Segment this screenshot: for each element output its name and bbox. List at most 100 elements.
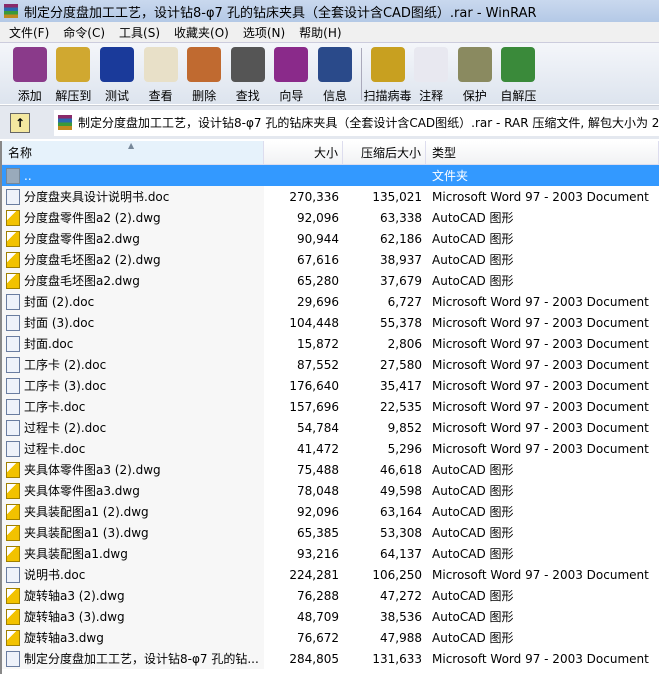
file-type: Microsoft Word 97 - 2003 Document <box>432 441 649 456</box>
file-name: 工序卡 (3).doc <box>24 379 107 393</box>
file-packed: 55,378 <box>380 315 422 330</box>
file-name: 夹具装配图a1.dwg <box>24 547 128 561</box>
column-size[interactable]: 大小 <box>264 141 343 164</box>
word-doc-icon <box>6 398 20 415</box>
file-row[interactable]: 封面 (2).doc 29,696 6,727 Microsoft Word 97 -… <box>2 291 659 312</box>
address-field[interactable]: 制定分度盘加工工艺，设计钻8-φ7 孔的钻床夹具（全套设计含CAD图纸）.rar… <box>54 109 659 136</box>
file-row[interactable]: 工序卡 (3).doc 176,640 35,417 Microsoft Word 9… <box>2 375 659 396</box>
column-type[interactable]: 类型 <box>426 141 659 164</box>
file-packed: 106,250 <box>372 567 422 582</box>
file-row[interactable]: 制定分度盘加工工艺，设计钻8-φ7 孔的钻... 284,805 131,633 Mi… <box>2 648 659 669</box>
menu-item[interactable]: 收藏夹(O) <box>167 24 236 41</box>
toolbar-button[interactable]: 解压到 <box>52 43 96 104</box>
sfx-icon <box>501 47 536 82</box>
file-row[interactable]: 旋转轴a3 (3).dwg 48,709 38,536 AutoCAD 图形 <box>2 606 659 627</box>
file-size: 41,472 <box>297 441 339 456</box>
file-size: 48,709 <box>297 609 339 624</box>
file-row[interactable]: 夹具装配图a1 (3).dwg 65,385 53,308 AutoCAD 图形 <box>2 522 659 543</box>
file-packed: 27,580 <box>380 357 422 372</box>
menu-item[interactable]: 工具(S) <box>112 24 167 41</box>
file-packed: 49,598 <box>380 483 422 498</box>
file-row[interactable]: 封面.doc 15,872 2,806 Microsoft Word 97 - 200… <box>2 333 659 354</box>
up-folder-button[interactable]: ↑ <box>10 112 30 133</box>
file-packed: 62,186 <box>380 231 422 246</box>
file-name: 分度盘夹具设计说明书.doc <box>24 190 170 204</box>
file-row[interactable]: 夹具装配图a1 (2).dwg 92,096 63,164 AutoCAD 图形 <box>2 501 659 522</box>
file-size: 92,096 <box>297 210 339 225</box>
toolbar-button[interactable]: 删除 <box>182 43 226 104</box>
file-name: .. <box>24 168 32 183</box>
menu-item[interactable]: 文件(F) <box>2 24 56 41</box>
file-row[interactable]: 分度盘毛坯图a2 (2).dwg 67,616 38,937 AutoCAD 图形 <box>2 249 659 270</box>
toolbar-label: 删除 <box>192 89 217 103</box>
file-row[interactable]: 夹具体零件图a3.dwg 78,048 49,598 AutoCAD 图形 <box>2 480 659 501</box>
file-name: 夹具体零件图a3 (2).dwg <box>24 463 161 477</box>
file-row[interactable]: 过程卡.doc 41,472 5,296 Microsoft Word 97 - 20… <box>2 438 659 459</box>
file-row[interactable]: 工序卡 (2).doc 87,552 27,580 Microsoft Word 97… <box>2 354 659 375</box>
file-packed: 9,852 <box>387 420 422 435</box>
file-packed: 135,021 <box>372 189 422 204</box>
toolbar-button[interactable]: 查找 <box>226 43 270 104</box>
toolbar-button[interactable]: 扫描病毒 <box>364 43 412 104</box>
file-row[interactable]: 工序卡.doc 157,696 22,535 Microsoft Word 97 - … <box>2 396 659 417</box>
toolbar-button[interactable]: 自解压 <box>497 43 541 104</box>
column-name[interactable]: 名称 ▲ <box>2 141 264 164</box>
add-archive-icon <box>12 47 47 82</box>
autocad-file-icon <box>6 629 20 646</box>
folder-icon <box>6 167 20 184</box>
autocad-file-icon <box>6 230 20 247</box>
file-size: 76,288 <box>297 588 339 603</box>
menu-item[interactable]: 选项(N) <box>236 24 292 41</box>
file-type: 文件夹 <box>432 169 469 183</box>
file-row[interactable]: 分度盘零件图a2 (2).dwg 92,096 63,338 AutoCAD 图形 <box>2 207 659 228</box>
file-name: 夹具体零件图a3.dwg <box>24 484 140 498</box>
toolbar-button[interactable]: 注释 <box>409 43 453 104</box>
file-row[interactable]: 说明书.doc 224,281 106,250 Microsoft Word 97 -… <box>2 564 659 585</box>
file-size: 65,280 <box>297 273 339 288</box>
file-row[interactable]: 过程卡 (2).doc 54,784 9,852 Microsoft Word 97 … <box>2 417 659 438</box>
toolbar-label: 查看 <box>148 89 173 103</box>
file-name: 分度盘毛坯图a2.dwg <box>24 274 140 288</box>
file-packed: 46,618 <box>380 462 422 477</box>
autocad-file-icon <box>6 209 20 226</box>
file-type: Microsoft Word 97 - 2003 Document <box>432 336 649 351</box>
column-packed[interactable]: 压缩后大小 <box>343 141 426 164</box>
file-row[interactable]: 夹具体零件图a3 (2).dwg 75,488 46,618 AutoCAD 图形 <box>2 459 659 480</box>
toolbar-button[interactable]: 查看 <box>139 43 183 104</box>
file-row[interactable]: 分度盘夹具设计说明书.doc 270,336 135,021 Microsoft Wo… <box>2 186 659 207</box>
file-size: 224,281 <box>289 567 339 582</box>
file-name: 旋转轴a3 (2).dwg <box>24 589 125 603</box>
toolbar-label: 信息 <box>322 89 347 103</box>
file-type: AutoCAD 图形 <box>432 526 514 540</box>
toolbar-button[interactable]: 信息 <box>313 43 357 104</box>
toolbar-button[interactable]: 保护 <box>453 43 497 104</box>
title-bar: 制定分度盘加工工艺，设计钻8-φ7 孔的钻床夹具（全套设计含CAD图纸）.rar… <box>0 0 659 22</box>
toolbar-button[interactable]: 测试 <box>95 43 139 104</box>
file-packed: 64,137 <box>380 546 422 561</box>
toolbar-button[interactable]: 向导 <box>270 43 314 104</box>
file-row[interactable]: .. 文件夹 <box>2 165 659 186</box>
file-size: 90,944 <box>297 231 339 246</box>
toolbar-label: 保护 <box>462 89 487 103</box>
toolbar-button[interactable]: 添加 <box>8 43 52 104</box>
file-row[interactable]: 封面 (3).doc 104,448 55,378 Microsoft Word 97… <box>2 312 659 333</box>
file-row[interactable]: 分度盘零件图a2.dwg 90,944 62,186 AutoCAD 图形 <box>2 228 659 249</box>
file-row[interactable]: 夹具装配图a1.dwg 93,216 64,137 AutoCAD 图形 <box>2 543 659 564</box>
file-packed: 5,296 <box>387 441 422 456</box>
file-name: 说明书.doc <box>24 568 86 582</box>
word-doc-icon <box>6 650 20 667</box>
file-size: 29,696 <box>297 294 339 309</box>
file-size: 15,872 <box>297 336 339 351</box>
file-row[interactable]: 旋转轴a3 (2).dwg 76,288 47,272 AutoCAD 图形 <box>2 585 659 606</box>
file-name: 分度盘零件图a2 (2).dwg <box>24 211 161 225</box>
file-type: AutoCAD 图形 <box>432 547 514 561</box>
file-row[interactable]: 旋转轴a3.dwg 76,672 47,988 AutoCAD 图形 <box>2 627 659 648</box>
test-icon <box>99 47 134 82</box>
file-packed: 63,164 <box>380 504 422 519</box>
menu-item[interactable]: 帮助(H) <box>292 24 348 41</box>
file-list: 名称 ▲ 大小 压缩后大小 类型 .. 文件夹分度盘夹具设计说明书.doc 270,3… <box>0 141 659 674</box>
word-doc-icon <box>6 335 20 352</box>
file-size: 176,640 <box>289 378 339 393</box>
menu-item[interactable]: 命令(C) <box>56 24 112 41</box>
file-row[interactable]: 分度盘毛坯图a2.dwg 65,280 37,679 AutoCAD 图形 <box>2 270 659 291</box>
